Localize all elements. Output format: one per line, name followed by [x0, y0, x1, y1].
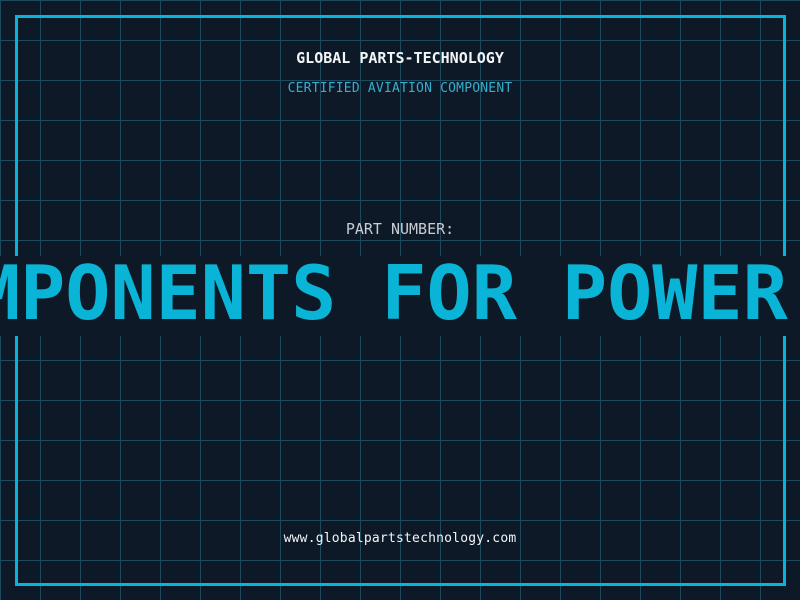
part-number-label: PART NUMBER:: [345, 220, 455, 238]
marquee-band: MPONENTS FOR POWER: [0, 256, 800, 336]
company-title: GLOBAL PARTS-TECHNOLOGY: [296, 49, 504, 67]
website-url: www.globalpartstechnology.com: [283, 531, 517, 546]
certification-subtitle: CERTIFIED AVIATION COMPONENT: [287, 81, 513, 96]
marquee-text: MPONENTS FOR POWER: [0, 256, 788, 336]
